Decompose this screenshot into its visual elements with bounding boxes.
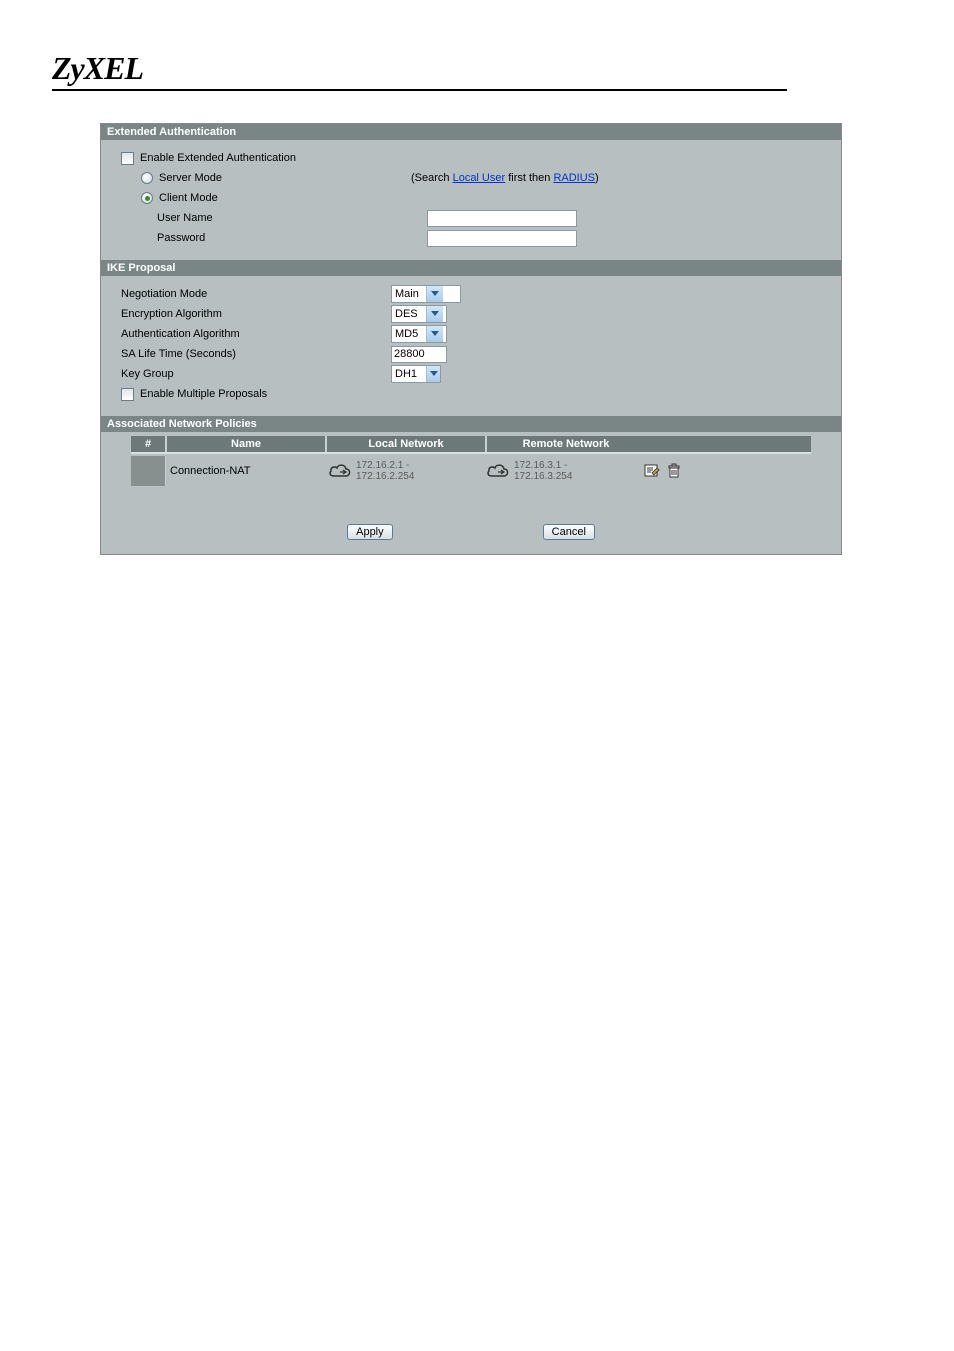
table-row: Connection-NAT 172.16.2.1 - 172.16.2.254 xyxy=(131,454,811,488)
password-label: Password xyxy=(157,232,205,244)
encryption-select[interactable]: DES xyxy=(391,305,447,323)
radius-link[interactable]: RADIUS xyxy=(553,172,595,184)
cancel-button[interactable]: Cancel xyxy=(543,524,595,540)
chevron-down-icon xyxy=(426,286,443,302)
section-header-extauth: Extended Authentication xyxy=(101,124,841,140)
negotiation-mode-label: Negotiation Mode xyxy=(121,288,207,300)
server-mode-radio[interactable] xyxy=(141,172,153,184)
search-prefix: (Search xyxy=(411,172,453,184)
policy-name: Connection-NAT xyxy=(166,463,324,479)
section-header-ike: IKE Proposal xyxy=(101,260,841,276)
col-header-name: Name xyxy=(165,436,325,452)
negotiation-mode-value: Main xyxy=(392,288,426,300)
local-ip-range: 172.16.2.1 - 172.16.2.254 xyxy=(356,460,414,482)
sa-life-input[interactable] xyxy=(391,346,447,363)
username-label: User Name xyxy=(157,212,213,224)
search-text: (Search Local User first then RADIUS) xyxy=(411,172,599,184)
col-header-local: Local Network xyxy=(325,436,485,452)
chevron-down-icon xyxy=(426,306,443,322)
search-suffix: ) xyxy=(595,172,599,184)
settings-panel: Extended Authentication Enable Extended … xyxy=(100,123,842,555)
col-header-num: # xyxy=(131,436,165,452)
encryption-value: DES xyxy=(392,308,426,320)
client-mode-label: Client Mode xyxy=(159,192,218,204)
client-mode-radio[interactable] xyxy=(141,192,153,204)
multiple-proposals-label: Enable Multiple Proposals xyxy=(140,388,267,400)
search-mid: first then xyxy=(505,172,553,184)
col-header-remote: Remote Network xyxy=(485,436,645,452)
multiple-proposals-checkbox[interactable] xyxy=(121,388,134,401)
policies-table: # Name Local Network Remote Network Conn… xyxy=(131,436,811,488)
trash-icon[interactable] xyxy=(666,463,682,479)
cloud-icon xyxy=(486,462,510,480)
negotiation-mode-select[interactable]: Main xyxy=(391,285,461,303)
key-group-label: Key Group xyxy=(121,368,174,380)
brand-rule xyxy=(52,89,787,91)
auth-algo-label: Authentication Algorithm xyxy=(121,328,240,340)
encryption-label: Encryption Algorithm xyxy=(121,308,222,320)
key-group-select[interactable]: DH1 xyxy=(391,365,441,383)
sa-life-label: SA Life Time (Seconds) xyxy=(121,348,236,360)
auth-algo-value: MD5 xyxy=(392,328,426,340)
policies-table-header: # Name Local Network Remote Network xyxy=(131,436,811,454)
key-group-value: DH1 xyxy=(392,368,426,380)
server-mode-label: Server Mode xyxy=(159,172,222,184)
apply-button[interactable]: Apply xyxy=(347,524,393,540)
edit-icon[interactable] xyxy=(644,463,660,479)
chevron-down-icon xyxy=(426,326,443,342)
section-header-policies: Associated Network Policies xyxy=(101,416,841,432)
remote-ip-range: 172.16.3.1 - 172.16.3.254 xyxy=(514,460,572,482)
local-user-link[interactable]: Local User xyxy=(453,172,506,184)
enable-extauth-checkbox[interactable] xyxy=(121,152,134,165)
auth-algo-select[interactable]: MD5 xyxy=(391,325,447,343)
chevron-down-icon xyxy=(426,366,440,382)
password-input[interactable] xyxy=(427,230,577,247)
cloud-icon xyxy=(328,462,352,480)
enable-extauth-label: Enable Extended Authentication xyxy=(140,152,296,164)
username-input[interactable] xyxy=(427,210,577,227)
brand-logo: ZyXEL xyxy=(52,50,954,87)
